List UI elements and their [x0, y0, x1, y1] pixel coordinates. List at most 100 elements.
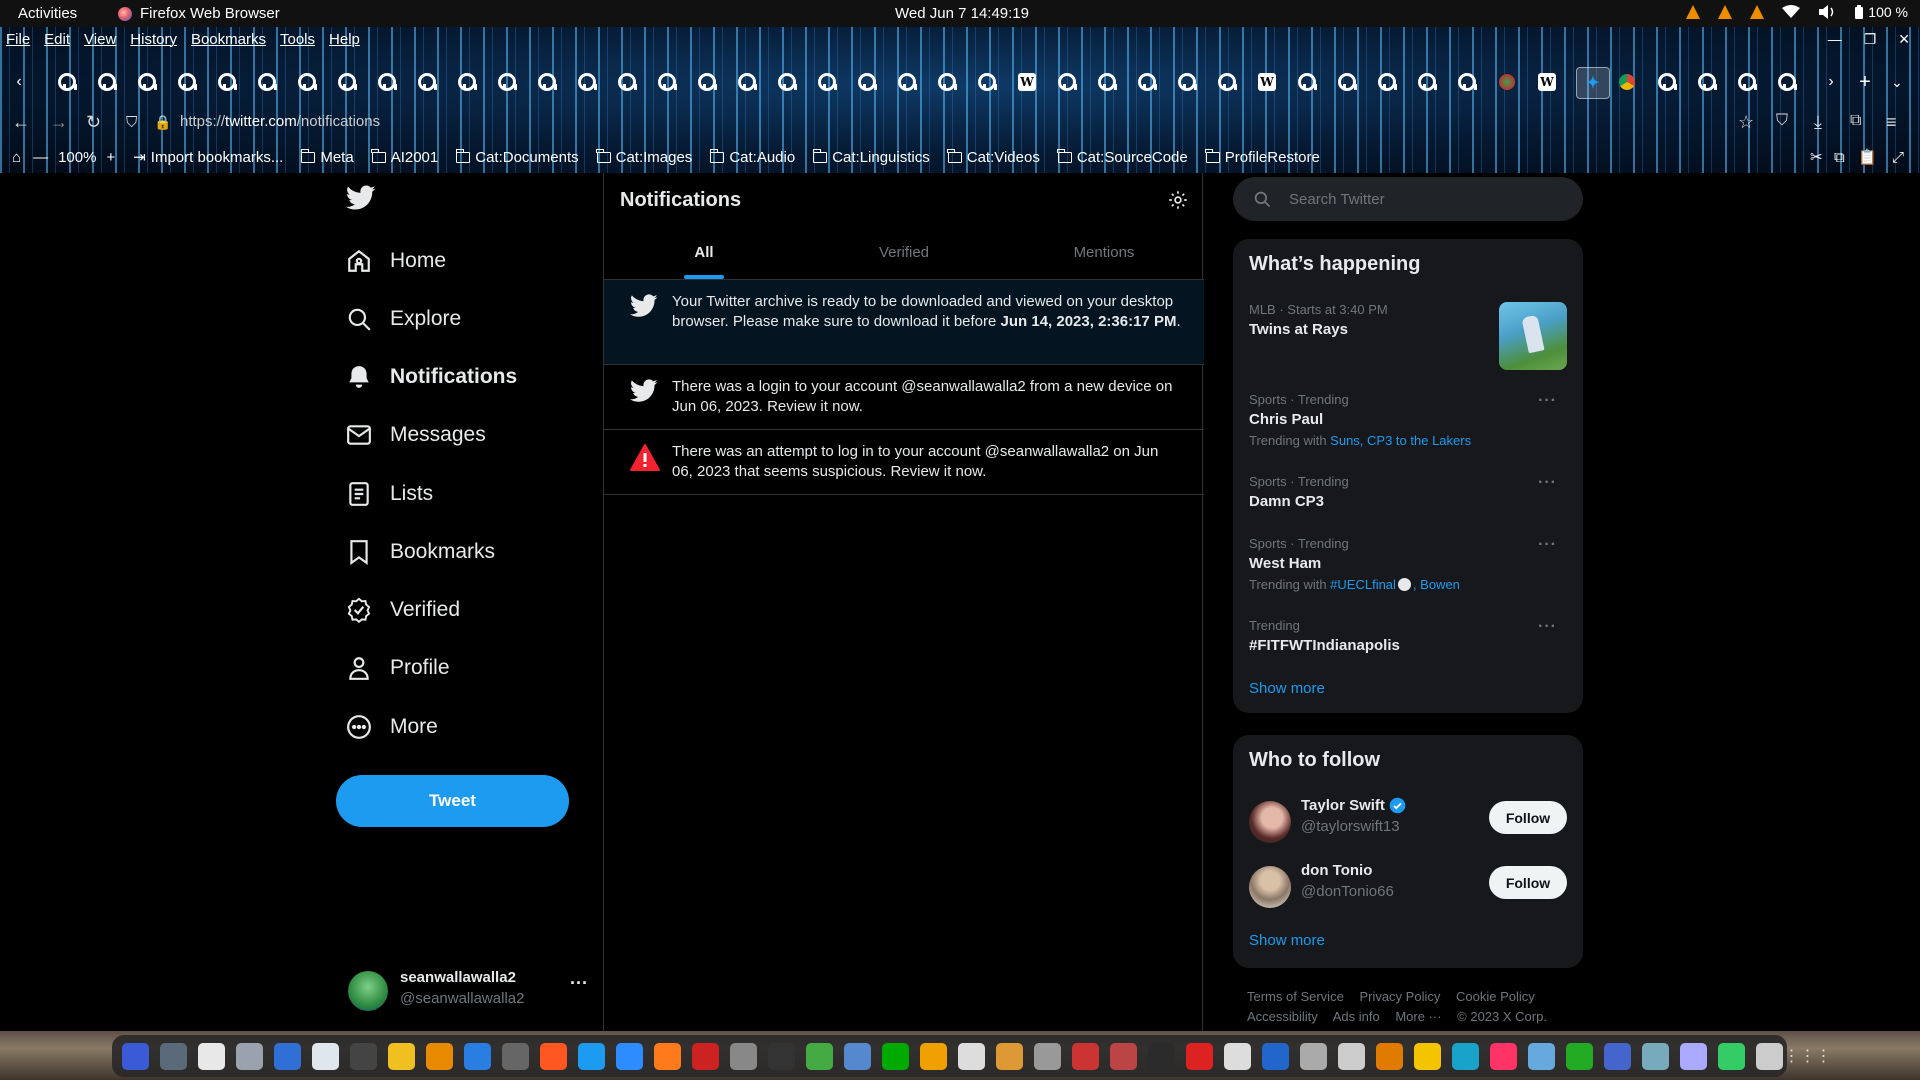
- nav-home[interactable]: Home: [346, 241, 446, 281]
- copy-icon[interactable]: ⧉: [1834, 149, 1845, 166]
- volume-icon[interactable]: [1818, 5, 1836, 19]
- dock-app-icon[interactable]: [160, 1042, 187, 1070]
- trend-more-icon[interactable]: ···: [1538, 618, 1557, 636]
- browser-tab[interactable]: [616, 71, 638, 93]
- battery-indicator[interactable]: 100 %: [1854, 4, 1908, 20]
- browser-tab[interactable]: [96, 71, 118, 93]
- dock-app-icon[interactable]: [1034, 1042, 1061, 1070]
- dock-app-icon[interactable]: [1718, 1042, 1745, 1070]
- trends-show-more[interactable]: Show more: [1249, 680, 1325, 697]
- trend-item[interactable]: Sports · Trending Damn CP3 ···: [1249, 474, 1567, 510]
- tab-list-icon[interactable]: ⌄: [1886, 71, 1908, 93]
- browser-tab[interactable]: [256, 71, 278, 93]
- browser-tab[interactable]: [536, 71, 558, 93]
- follow-button[interactable]: Follow: [1489, 801, 1567, 834]
- dock-app-icon[interactable]: [578, 1042, 605, 1070]
- trend-link[interactable]: , Bowen: [1413, 577, 1460, 592]
- extensions-icon[interactable]: ⧉: [1850, 112, 1861, 130]
- dock-app-icon[interactable]: [540, 1042, 567, 1070]
- lock-icon[interactable]: 🔒: [154, 114, 171, 131]
- footer-more[interactable]: More ···: [1395, 1009, 1441, 1024]
- dock-app-icon[interactable]: [1642, 1042, 1669, 1070]
- browser-tab[interactable]: [176, 71, 198, 93]
- tweet-button[interactable]: Tweet: [336, 775, 569, 827]
- footer-cookie[interactable]: Cookie Policy: [1456, 989, 1535, 1004]
- menu-file[interactable]: File: [6, 31, 30, 48]
- notification-item[interactable]: There was a login to your account @seanw…: [604, 365, 1204, 430]
- zoom-out-icon[interactable]: —: [33, 149, 48, 166]
- menu-help[interactable]: Help: [329, 31, 360, 48]
- url-bar[interactable]: https://twitter.com/notifications: [180, 113, 380, 130]
- dock-app-icon[interactable]: [1148, 1042, 1175, 1070]
- browser-tab[interactable]: [216, 71, 238, 93]
- zoom-in-icon[interactable]: +: [106, 149, 115, 166]
- dock-app-icon[interactable]: [1756, 1042, 1783, 1070]
- dock-app-icon[interactable]: [996, 1042, 1023, 1070]
- gear-icon[interactable]: [1168, 190, 1188, 210]
- bookmark-folder-images[interactable]: Cat:Images: [596, 148, 692, 166]
- home-bookmark-icon[interactable]: ⌂: [12, 149, 21, 166]
- dock-app-icon[interactable]: [1414, 1042, 1441, 1070]
- browser-tab[interactable]: [1776, 71, 1798, 93]
- dock-app-icon[interactable]: [1604, 1042, 1631, 1070]
- show-apps-icon[interactable]: ⋮⋮⋮: [1784, 1043, 1832, 1070]
- back-icon[interactable]: ←: [12, 112, 30, 133]
- reload-icon[interactable]: ↻: [86, 112, 101, 133]
- dock-app-icon[interactable]: [122, 1042, 149, 1070]
- trend-item[interactable]: Trending #FITFWTIndianapolis ···: [1249, 618, 1567, 654]
- dock-app-icon[interactable]: [388, 1042, 415, 1070]
- browser-tab[interactable]: [136, 71, 158, 93]
- dock-app-icon[interactable]: [1300, 1042, 1327, 1070]
- restore-icon[interactable]: ❐: [1864, 31, 1877, 48]
- dock-app-icon[interactable]: [616, 1042, 643, 1070]
- notification-item[interactable]: There was an attempt to log in to your a…: [604, 430, 1204, 495]
- footer-privacy[interactable]: Privacy Policy: [1359, 989, 1440, 1004]
- nav-notifications[interactable]: Notifications: [346, 357, 517, 397]
- browser-tab[interactable]: [936, 71, 958, 93]
- menu-bookmarks[interactable]: Bookmarks: [191, 31, 266, 48]
- dock-app-icon[interactable]: [426, 1042, 453, 1070]
- dock-app-icon[interactable]: [730, 1042, 757, 1070]
- close-icon[interactable]: ✕: [1898, 31, 1910, 48]
- app-menu-icon[interactable]: ≡: [1886, 112, 1897, 133]
- fullscreen-icon[interactable]: ⤢: [1892, 149, 1904, 166]
- dock-app-icon[interactable]: [958, 1042, 985, 1070]
- browser-tab[interactable]: [376, 71, 398, 93]
- cut-icon[interactable]: ✂: [1810, 148, 1823, 166]
- trend-link[interactable]: Suns, CP3 to the Lakers: [1330, 433, 1471, 448]
- browser-tab[interactable]: [56, 71, 78, 93]
- browser-tab[interactable]: [976, 71, 998, 93]
- wifi-icon[interactable]: [1782, 5, 1801, 19]
- forward-icon[interactable]: →: [50, 112, 68, 133]
- dock-app-icon[interactable]: [768, 1042, 795, 1070]
- browser-tab[interactable]: [456, 71, 478, 93]
- menu-tools[interactable]: Tools: [280, 31, 315, 48]
- vlc-tray-icon[interactable]: [1750, 5, 1765, 19]
- shield-icon[interactable]: ⛉: [126, 114, 137, 131]
- browser-tab[interactable]: [1216, 71, 1238, 93]
- tab-scroll-right-icon[interactable]: ›: [1820, 71, 1842, 93]
- system-tray[interactable]: 100 %: [1686, 4, 1908, 20]
- vlc-tray-icon[interactable]: [1718, 5, 1733, 19]
- browser-tab[interactable]: [736, 71, 758, 93]
- dock-app-icon[interactable]: [1528, 1042, 1555, 1070]
- account-more-icon[interactable]: ···: [570, 973, 588, 994]
- dock-app-icon[interactable]: [1110, 1042, 1137, 1070]
- dock-app-icon[interactable]: [312, 1042, 339, 1070]
- browser-tab[interactable]: [696, 71, 718, 93]
- menu-history[interactable]: History: [130, 31, 177, 48]
- dock-app-icon[interactable]: [1072, 1042, 1099, 1070]
- browser-tab[interactable]: [1696, 71, 1718, 93]
- tab-mentions[interactable]: Mentions: [1004, 226, 1204, 279]
- nav-more[interactable]: More: [346, 707, 438, 747]
- browser-tab[interactable]: [1136, 71, 1158, 93]
- nav-messages[interactable]: Messages: [346, 415, 486, 455]
- browser-tab[interactable]: [656, 71, 678, 93]
- browser-tab[interactable]: [896, 71, 918, 93]
- dock-app-icon[interactable]: [654, 1042, 681, 1070]
- browser-tab[interactable]: [1096, 71, 1118, 93]
- paste-icon[interactable]: 📋: [1858, 148, 1877, 166]
- bookmark-folder-profilerestore[interactable]: ProfileRestore: [1205, 148, 1320, 166]
- dock-app-icon[interactable]: [502, 1042, 529, 1070]
- browser-tab[interactable]: [776, 71, 798, 93]
